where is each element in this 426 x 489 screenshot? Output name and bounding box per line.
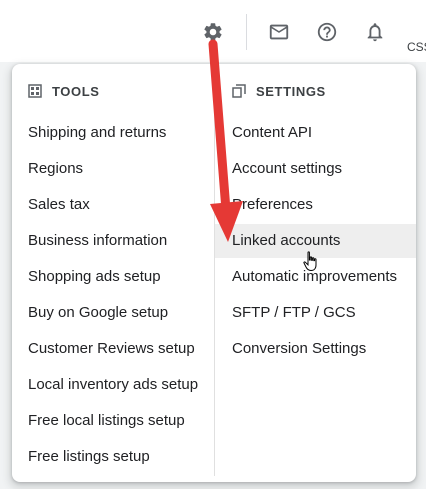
menu-item-free-local-listings-setup[interactable]: Free local listings setup (12, 404, 214, 438)
menu-item-conversion-settings[interactable]: Conversion Settings (215, 332, 416, 366)
menu-item-business-information[interactable]: Business information (12, 224, 214, 258)
menu-item-content-api[interactable]: Content API (215, 116, 416, 150)
menu-item-regions[interactable]: Regions (12, 152, 214, 186)
menu-item-account-settings[interactable]: Account settings (215, 152, 416, 186)
gear-icon[interactable] (200, 19, 226, 45)
menu-item-shopping-ads-setup[interactable]: Shopping ads setup (12, 260, 214, 294)
settings-menu: TOOLS SETTINGS Shipping and returns Regi… (12, 64, 416, 482)
settings-copy-icon (232, 84, 246, 98)
menu-item-customer-reviews-setup[interactable]: Customer Reviews setup (12, 332, 214, 366)
account-label: CSS (407, 40, 426, 54)
help-icon[interactable] (314, 19, 340, 45)
settings-header: SETTINGS (232, 82, 326, 100)
mail-icon[interactable] (266, 19, 292, 45)
menu-item-free-listings-setup[interactable]: Free listings setup (12, 440, 214, 474)
topbar-divider (246, 14, 247, 50)
tools-header-label: TOOLS (52, 83, 100, 99)
menu-item-sftp-ftp-gcs[interactable]: SFTP / FTP / GCS (215, 296, 416, 330)
menu-item-preferences[interactable]: Preferences (215, 188, 416, 222)
menu-item-local-inventory-ads-setup[interactable]: Local inventory ads setup (12, 368, 214, 402)
hand-cursor-icon (303, 251, 317, 272)
menu-item-sales-tax[interactable]: Sales tax (12, 188, 214, 222)
menu-item-buy-on-google-setup[interactable]: Buy on Google setup (12, 296, 214, 330)
settings-header-label: SETTINGS (256, 83, 326, 99)
tools-grid-icon (28, 84, 42, 98)
tools-header: TOOLS (28, 82, 100, 100)
menu-item-shipping-and-returns[interactable]: Shipping and returns (12, 116, 214, 150)
bell-icon[interactable] (362, 19, 388, 45)
top-bar: CSS (0, 0, 426, 62)
